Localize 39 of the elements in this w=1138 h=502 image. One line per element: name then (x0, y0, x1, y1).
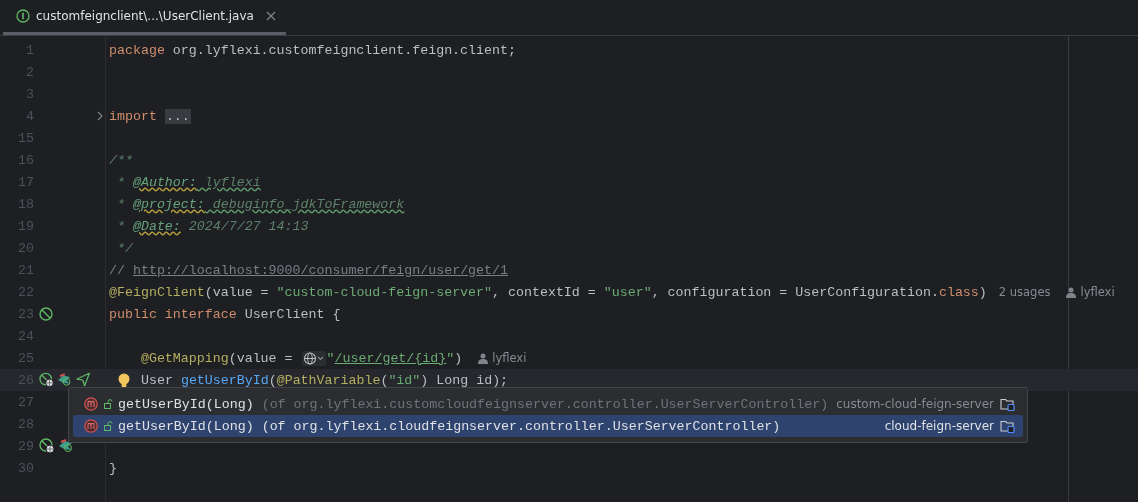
code-line: * @Author: lyflexi (115, 174, 261, 190)
code-line: */ (115, 240, 133, 256)
person-icon (478, 352, 489, 364)
code-line: * @project: debuginfo_jdkToFramework (115, 196, 405, 212)
module-folder-icon (1000, 419, 1015, 433)
author-hint[interactable]: lyflexi (492, 351, 527, 365)
code-line: /** (109, 152, 133, 168)
public-lock-icon (104, 421, 113, 431)
suggestion-item[interactable]: getUserById(Long) (of org.lyflexi.cloudfeignserver.controller.UserServerController) cloud-feign-server (73, 415, 1023, 437)
file-tab[interactable]: customfeignclient\...\UserClient.java (3, 0, 286, 35)
module-folder-icon (1000, 397, 1015, 411)
suggestion-item[interactable]: getUserById(Long) (of org.lyflexi.customcloudfeignserver.controller.UserServerController) custom-cloud-feign-server (73, 393, 1023, 415)
slashed-circle-icon[interactable] (39, 306, 54, 322)
usages-hint[interactable]: 2 usages (998, 285, 1051, 299)
code-line: } (109, 460, 117, 476)
close-icon[interactable] (265, 11, 276, 21)
code-line: // (109, 262, 125, 278)
method-icon (84, 419, 98, 433)
person-icon (1066, 286, 1077, 298)
code-line: import (109, 108, 157, 124)
interface-icon (16, 9, 30, 23)
link[interactable]: http://localhost:9000/consumer/feign/user/get/1 (132, 262, 508, 278)
code-line: public interface UserClient { (109, 306, 341, 322)
code-line: * @Date: 2024/7/27 14:13 (115, 218, 309, 234)
code-line: @FeignClient(value = "custom-cloud-feign-server", contextId = "user", configuration = UserConfiguration.class) (109, 284, 987, 300)
bird-icon[interactable] (57, 372, 73, 388)
author-hint[interactable]: lyflexi (1080, 285, 1115, 299)
method-icon (84, 397, 98, 411)
code-line: package org.lyflexi.customfeignclient.feign.client; (109, 42, 516, 58)
slashed-circle-web-icon[interactable] (39, 438, 55, 454)
code-line: User getUserById(@PathVariable("id") Long id); (141, 372, 509, 388)
code-line: "/user/get/{id}") (326, 350, 463, 366)
public-lock-icon (104, 399, 113, 409)
folded-code[interactable]: ... (164, 108, 191, 124)
slashed-circle-web-icon[interactable] (39, 372, 55, 388)
globe-dropdown-icon[interactable] (301, 350, 326, 366)
code-line: @GetMapping(value = (139, 350, 293, 366)
lightbulb-icon[interactable] (118, 372, 130, 388)
send-icon[interactable] (75, 372, 90, 388)
